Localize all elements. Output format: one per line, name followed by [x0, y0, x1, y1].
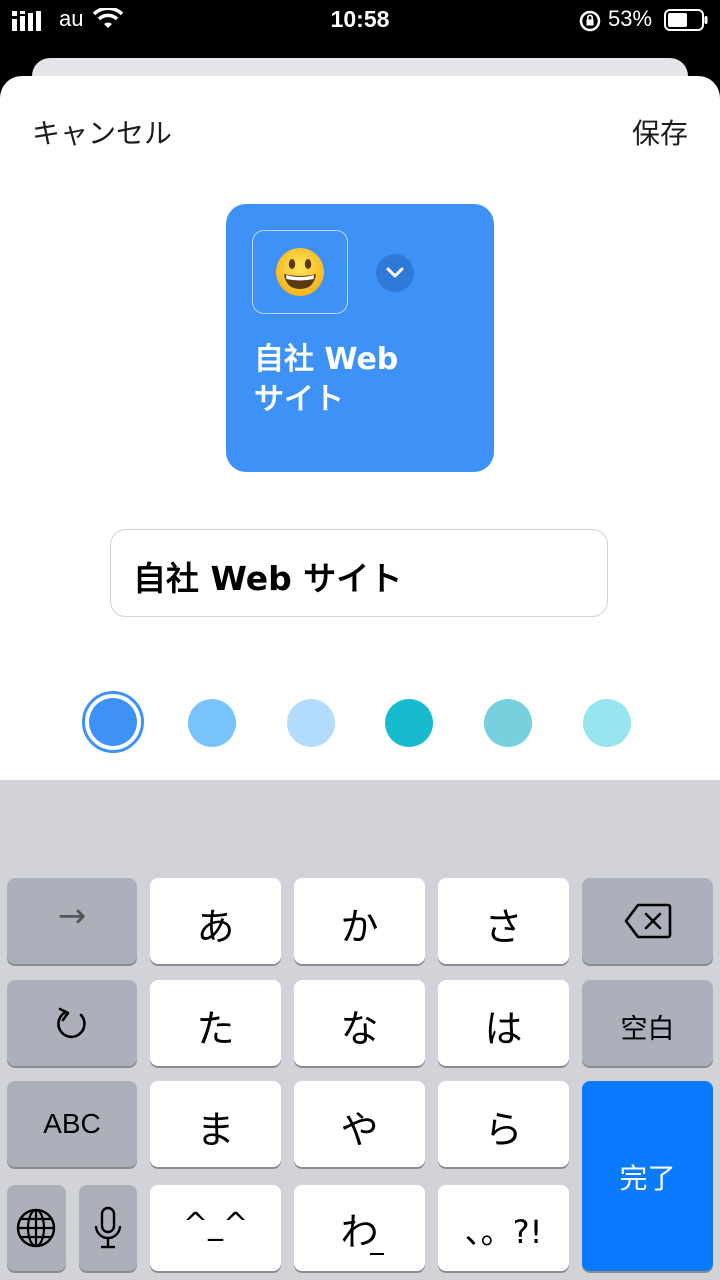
key-na-label: な	[340, 1007, 379, 1051]
key-a[interactable]: あ	[150, 878, 281, 964]
preview-title-line1: 自社 Web	[254, 342, 399, 377]
color-menu-button[interactable]	[376, 254, 414, 292]
rotation-lock-icon	[579, 10, 601, 32]
preview-title: 自社 Web サイト	[254, 340, 474, 420]
globe-key[interactable]	[7, 1185, 66, 1271]
preview-title-line2: サイト	[254, 382, 344, 417]
punctuation-key[interactable]: 、。?!	[438, 1185, 569, 1271]
key-ra[interactable]: ら	[438, 1081, 569, 1167]
color-swatch-5[interactable]	[484, 699, 532, 747]
next-arrow-label: →	[57, 896, 87, 936]
shortcut-name-input[interactable]: 自社 Web サイト	[110, 529, 608, 617]
key-ya-label: や	[340, 1108, 379, 1152]
space-key-label: 空白	[620, 1014, 675, 1045]
key-wa-label: わ	[340, 1210, 379, 1254]
color-swatch-4[interactable]	[385, 699, 433, 747]
done-key[interactable]: 完了	[582, 1081, 713, 1271]
japanese-keyboard: → あ か さ た な は 空白 ABC ま や ら 完了 ^_^ わ 、。?!	[0, 780, 720, 1280]
globe-icon	[16, 1208, 56, 1248]
delete-key[interactable]	[582, 878, 713, 964]
key-sa-label: さ	[484, 905, 523, 949]
key-ta-label: た	[196, 1007, 235, 1051]
microphone-key[interactable]	[79, 1185, 137, 1271]
color-swatch-1[interactable]	[89, 698, 137, 746]
cancel-button[interactable]: キャンセル	[32, 112, 172, 152]
key-ka-label: か	[340, 905, 379, 949]
emoticon-key[interactable]: ^_^	[150, 1185, 281, 1271]
color-swatch-2[interactable]	[188, 699, 236, 747]
color-swatch-3[interactable]	[287, 699, 335, 747]
undo-icon	[57, 1007, 86, 1039]
punctuation-key-label: 、。?!	[464, 1213, 543, 1251]
next-arrow-key[interactable]: →	[7, 878, 137, 964]
shortcut-preview-tile: 自社 Web サイト	[226, 204, 494, 472]
key-ra-label: ら	[484, 1108, 523, 1152]
key-na[interactable]: な	[294, 980, 425, 1066]
edit-sheet: キャンセル 保存 自社 Web サイト 自社 Web サイト	[0, 76, 720, 780]
key-ta[interactable]: た	[150, 980, 281, 1066]
microphone-icon	[94, 1206, 122, 1249]
grinning-face-icon	[276, 248, 324, 296]
undo-key[interactable]	[7, 980, 137, 1066]
wa-underline	[370, 1253, 384, 1255]
key-ma-label: ま	[196, 1108, 235, 1152]
key-a-label: あ	[196, 905, 235, 949]
key-ka[interactable]: か	[294, 878, 425, 964]
space-key[interactable]: 空白	[582, 980, 713, 1066]
shortcut-name-value: 自社 Web サイト	[133, 559, 403, 598]
key-ha-label: は	[484, 1007, 523, 1051]
icon-picker[interactable]	[252, 230, 348, 314]
battery-icon	[664, 9, 708, 31]
key-sa[interactable]: さ	[438, 878, 569, 964]
color-swatch-6[interactable]	[583, 699, 631, 747]
battery-percent: 53%	[608, 6, 653, 31]
save-button[interactable]: 保存	[632, 112, 688, 152]
done-key-label: 完了	[619, 1162, 676, 1195]
abc-key-label: ABC	[43, 1108, 101, 1139]
delete-icon	[624, 903, 672, 939]
emoticon-key-label: ^_^	[182, 1207, 249, 1242]
key-wa[interactable]: わ	[294, 1185, 425, 1271]
key-ya[interactable]: や	[294, 1081, 425, 1167]
status-bar: au 10:58 53%	[0, 0, 720, 40]
key-ma[interactable]: ま	[150, 1081, 281, 1167]
abc-key[interactable]: ABC	[7, 1081, 137, 1167]
chevron-down-icon	[386, 267, 404, 278]
key-ha[interactable]: は	[438, 980, 569, 1066]
